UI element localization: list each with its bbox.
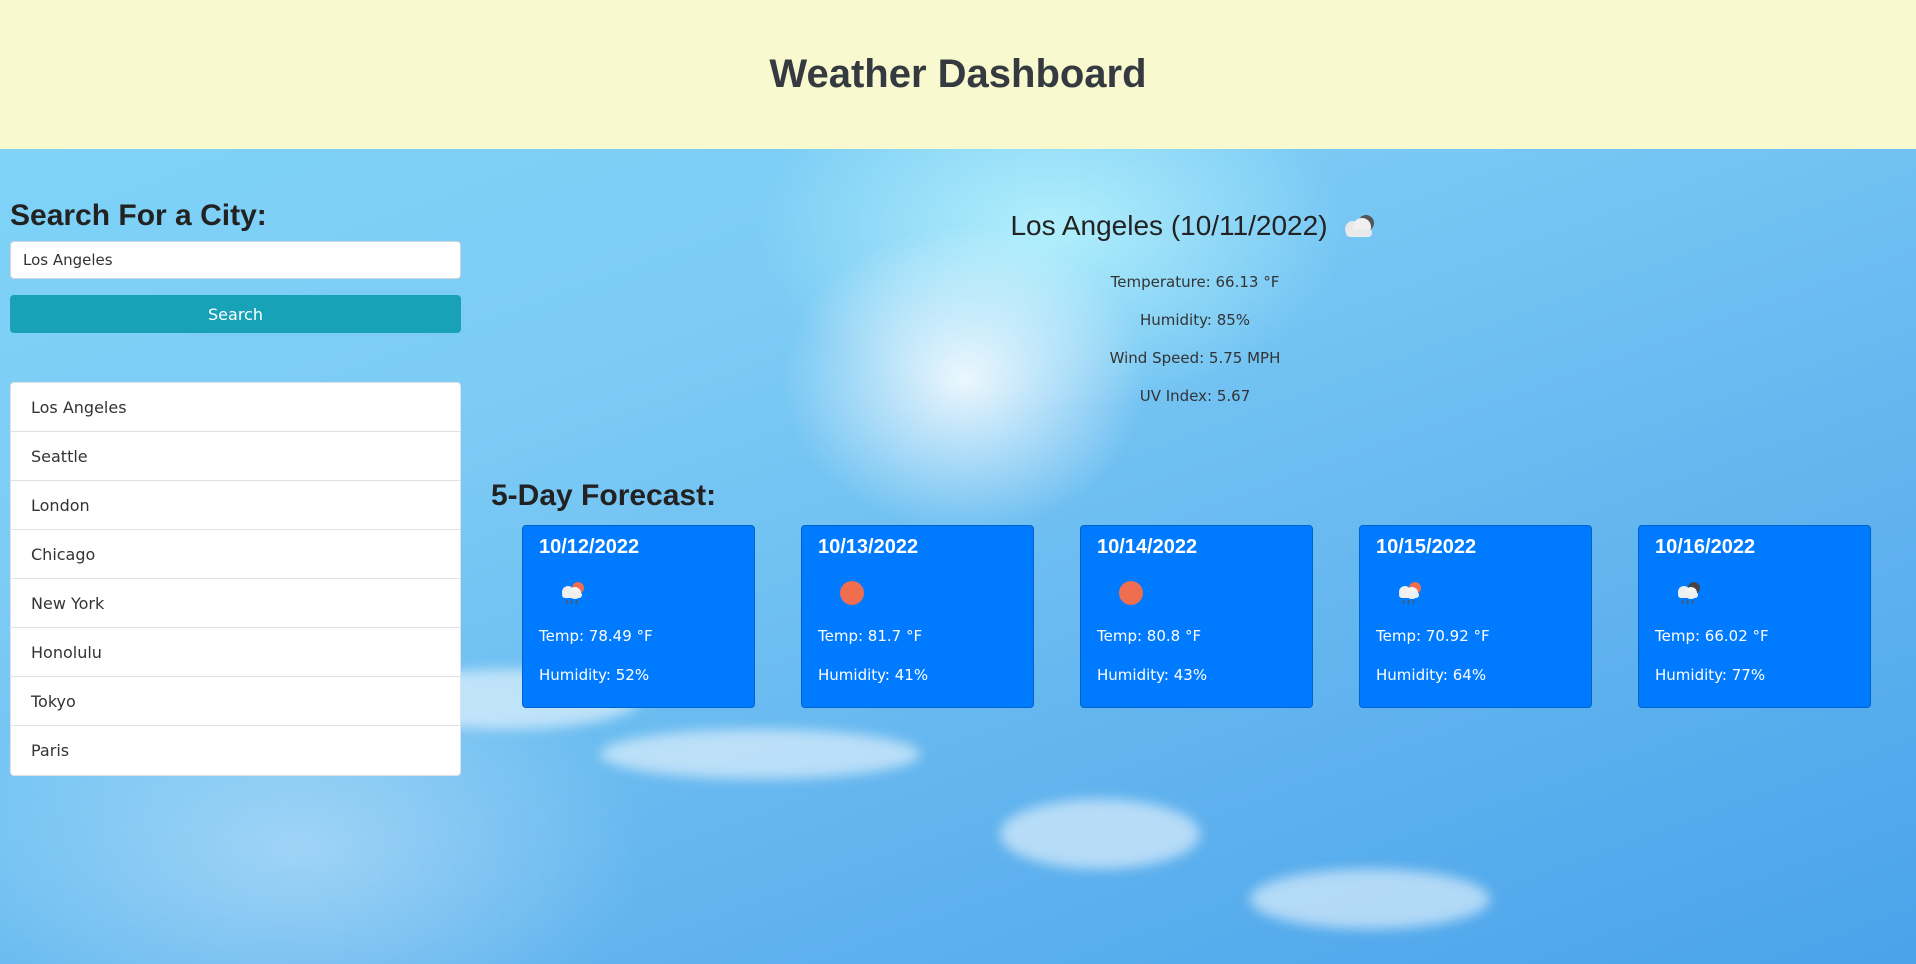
history-item[interactable]: Tokyo [11, 677, 460, 726]
cloud-night-rain-icon [1678, 582, 1700, 605]
search-history-list: Los Angeles Seattle London Chicago New Y… [10, 382, 461, 776]
cloud-sun-rain-icon [562, 582, 584, 605]
current-wind-speed: Wind Speed: 5.75 MPH [1109, 349, 1281, 367]
history-item[interactable]: Paris [11, 726, 460, 775]
history-item[interactable]: Los Angeles [11, 383, 460, 432]
forecast-humidity: Humidity: 64% [1376, 666, 1487, 684]
city-search-input[interactable] [10, 241, 461, 279]
forecast-temp: Temp: 78.49 °F [539, 627, 653, 645]
cloud-icon [1344, 215, 1374, 237]
current-weather: Los Angeles (10/11/2022) Temperature: 66… [820, 209, 1570, 405]
current-humidity: Humidity: 85% [1139, 311, 1251, 329]
forecast-temp: Temp: 66.02 °F [1655, 627, 1769, 645]
history-item[interactable]: Chicago [11, 530, 460, 579]
history-item[interactable]: New York [11, 579, 460, 628]
forecast-humidity: Humidity: 43% [1097, 666, 1208, 684]
background-cloud [1000, 799, 1200, 869]
forecast-date: 10/16/2022 [1655, 536, 1756, 558]
background-cloud [600, 729, 920, 779]
forecast-heading: 5-Day Forecast: [491, 479, 717, 512]
search-heading: Search For a City: [10, 199, 267, 232]
forecast-cards: 10/12/2022 Temp: 78.49 °F Humidity: 52% … [522, 525, 1871, 708]
forecast-temp: Temp: 81.7 °F [818, 627, 923, 645]
forecast-date: 10/13/2022 [818, 536, 919, 558]
search-button[interactable]: Search [10, 295, 461, 333]
sun-icon [1119, 581, 1143, 605]
forecast-card: 10/14/2022 Temp: 80.8 °F Humidity: 43% [1080, 525, 1313, 708]
background-cloud [1250, 869, 1490, 929]
history-item[interactable]: London [11, 481, 460, 530]
current-temperature: Temperature: 66.13 °F [1110, 273, 1280, 291]
current-weather-title: Los Angeles (10/11/2022) [820, 209, 1570, 243]
search-sidebar: Search For a City: Search Los Angeles Se… [10, 199, 461, 776]
forecast-card: 10/12/2022 Temp: 78.49 °F Humidity: 52% [522, 525, 755, 708]
cloud-sun-rain-icon [1399, 582, 1421, 605]
forecast-temp: Temp: 70.92 °F [1376, 627, 1490, 645]
page-header: Weather Dashboard [0, 0, 1916, 149]
forecast-card: 10/16/2022 Temp: 66.02 °F Humidity: 77% [1638, 525, 1871, 708]
history-item[interactable]: Seattle [11, 432, 460, 481]
current-city-date: Los Angeles (10/11/2022) [1010, 210, 1328, 241]
forecast-temp: Temp: 80.8 °F [1097, 627, 1202, 645]
forecast-humidity: Humidity: 77% [1655, 666, 1766, 684]
sun-icon [840, 581, 864, 605]
current-uv-index: UV Index: 5.67 [1139, 387, 1251, 405]
forecast-date: 10/12/2022 [539, 536, 640, 558]
forecast-date: 10/15/2022 [1376, 536, 1477, 558]
forecast-date: 10/14/2022 [1097, 536, 1198, 558]
forecast-card: 10/13/2022 Temp: 81.7 °F Humidity: 41% [801, 525, 1034, 708]
forecast-humidity: Humidity: 41% [818, 666, 929, 684]
forecast-humidity: Humidity: 52% [539, 666, 650, 684]
main-area: Search For a City: Search Los Angeles Se… [0, 149, 1916, 964]
page-title: Weather Dashboard [769, 52, 1147, 96]
forecast-card: 10/15/2022 Temp: 70.92 °F Humidity: 64% [1359, 525, 1592, 708]
history-item[interactable]: Honolulu [11, 628, 460, 677]
